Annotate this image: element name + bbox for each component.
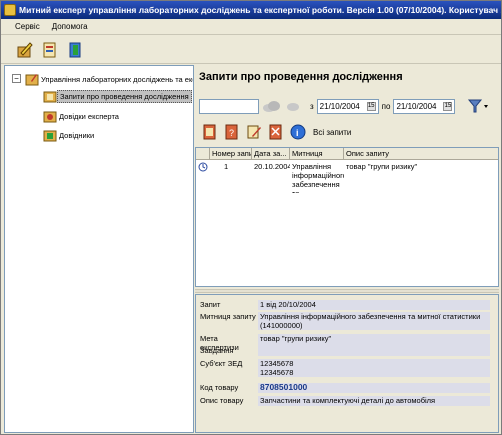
tree-item-requests-label: Запити про проведення дослідження [57, 89, 192, 103]
detail-value: Запчастини та комплектуючі деталі до авт… [258, 396, 490, 406]
detail-label: Код товару [200, 383, 239, 392]
folder-requests-icon [43, 91, 57, 103]
exit-icon[interactable] [65, 40, 85, 60]
tree-item-directories-label: Довідники [59, 130, 95, 140]
page-title: Запити про проведення дослідження [199, 71, 403, 83]
filter-icon [468, 99, 489, 113]
svg-text:i: i [296, 128, 299, 138]
app-window: Митний експерт управління лабораторних д… [0, 0, 502, 435]
detail-label: Митниця запиту [200, 312, 256, 321]
details-panel: Запит 1 від 20/10/2004 Митниця запиту Уп… [195, 294, 499, 433]
folder-reports-icon [43, 111, 57, 123]
date-to-value: 21/10/2004 [396, 101, 437, 111]
folder-directories-icon [43, 130, 57, 142]
date-from-label: з [310, 101, 314, 111]
detail-value: 1 від 20/10/2004 [258, 300, 490, 310]
pencil-tool-icon[interactable] [15, 40, 35, 60]
detail-row-customs: Митниця запиту Управління інформаційного… [200, 312, 490, 330]
tree-root[interactable]: Управління лабораторних досліджень та ек… [25, 71, 194, 87]
title-bar: Митний експерт управління лабораторних д… [1, 1, 501, 19]
all-requests-link[interactable]: Всі запити [313, 128, 351, 137]
window-title: Митний експерт управління лабораторних д… [19, 5, 501, 15]
tree-expander[interactable]: − [12, 74, 21, 83]
detail-value: 12345678 12345678 [258, 359, 490, 377]
menu-service[interactable]: Сервіс [15, 22, 40, 31]
table-header: Номер запи... Дата за... Митниця Опис за… [196, 148, 498, 160]
detail-label: Запит [200, 300, 221, 309]
filter-dropdown-button[interactable] [467, 97, 489, 115]
date-from-field[interactable]: 21/10/2004 15 [316, 98, 379, 114]
toolbar [1, 36, 501, 64]
calendar-icon[interactable]: 15 [443, 101, 453, 111]
navigation-tree: − Управління лабораторних досліджень та … [4, 65, 194, 433]
cell-customs: Управління інформаційного забезпечення т… [292, 162, 344, 193]
filter-bar: з 21/10/2004 15 по 21/10/2004 15 [195, 95, 499, 117]
table-row[interactable]: 1 20.10.2004 Управління інформаційного з… [196, 161, 498, 193]
header-description[interactable]: Опис запиту [344, 148, 496, 159]
detail-row-request: Запит 1 від 20/10/2004 [200, 300, 490, 310]
tree-item-directories[interactable]: Довідники [43, 127, 96, 143]
tree-item-expert-reports-label: Довідки експерта [59, 111, 119, 121]
clock-icon [196, 161, 210, 193]
header-date[interactable]: Дата за... [252, 148, 290, 159]
detail-value [258, 346, 490, 356]
detail-label: Завдання [200, 346, 234, 355]
folder-pencil-icon [25, 74, 39, 86]
menu-help[interactable]: Допомога [52, 22, 88, 31]
action-bar: ? i Всі запити [195, 121, 499, 143]
main-panel: Запити про проведення дослідження з 21/1… [195, 65, 499, 433]
detail-value: 8708501000 [258, 383, 490, 393]
detail-row-product-description: Опис товару Запчастини та комплектуючі д… [200, 396, 490, 406]
date-to-label: по [381, 101, 391, 111]
tree-item-expert-reports[interactable]: Довідки експерта [43, 108, 121, 124]
requests-table: Номер запи... Дата за... Митниця Опис за… [195, 147, 499, 287]
cloud-search-icon[interactable] [261, 99, 283, 113]
detail-label: Суб'єкт ЗЕД [200, 359, 243, 368]
tree-root-label: Управління лабораторних досліджень та ек… [41, 74, 194, 84]
edit-pencil-icon[interactable] [245, 123, 263, 141]
header-icon-col [196, 148, 210, 159]
tree-item-requests[interactable]: Запити про проведення дослідження [43, 88, 192, 104]
cell-date: 20.10.2004 [254, 162, 290, 171]
date-from-value: 21/10/2004 [319, 101, 360, 111]
delete-request-icon[interactable] [267, 123, 285, 141]
cloud-clear-icon[interactable] [285, 99, 307, 113]
new-request-icon[interactable] [201, 123, 219, 141]
detail-row-task: Завдання [200, 346, 490, 356]
header-number[interactable]: Номер запи... [210, 148, 252, 159]
header-customs[interactable]: Митниця [290, 148, 344, 159]
cell-description: товар "групи ризику" [346, 162, 418, 171]
menu-bar: Сервіс Допомога [1, 19, 501, 35]
calendar-icon[interactable]: 15 [366, 101, 376, 111]
app-icon [4, 4, 16, 16]
detail-row-subject: Суб'єкт ЗЕД 12345678 12345678 [200, 359, 490, 377]
cell-number: 1 [224, 162, 229, 171]
svg-text:?: ? [229, 128, 234, 138]
search-input[interactable] [199, 98, 259, 114]
detail-row-product-code: Код товару 8708501000 [200, 383, 490, 393]
detail-label: Опис товару [200, 396, 244, 405]
info-icon[interactable]: i [289, 123, 307, 141]
date-to-field[interactable]: 21/10/2004 15 [393, 98, 456, 114]
document-tool-icon[interactable] [40, 40, 60, 60]
edit-request-icon[interactable]: ? [223, 123, 241, 141]
panel-splitter[interactable] [195, 289, 499, 293]
detail-value: Управління інформаційного забезпечення т… [258, 312, 490, 330]
